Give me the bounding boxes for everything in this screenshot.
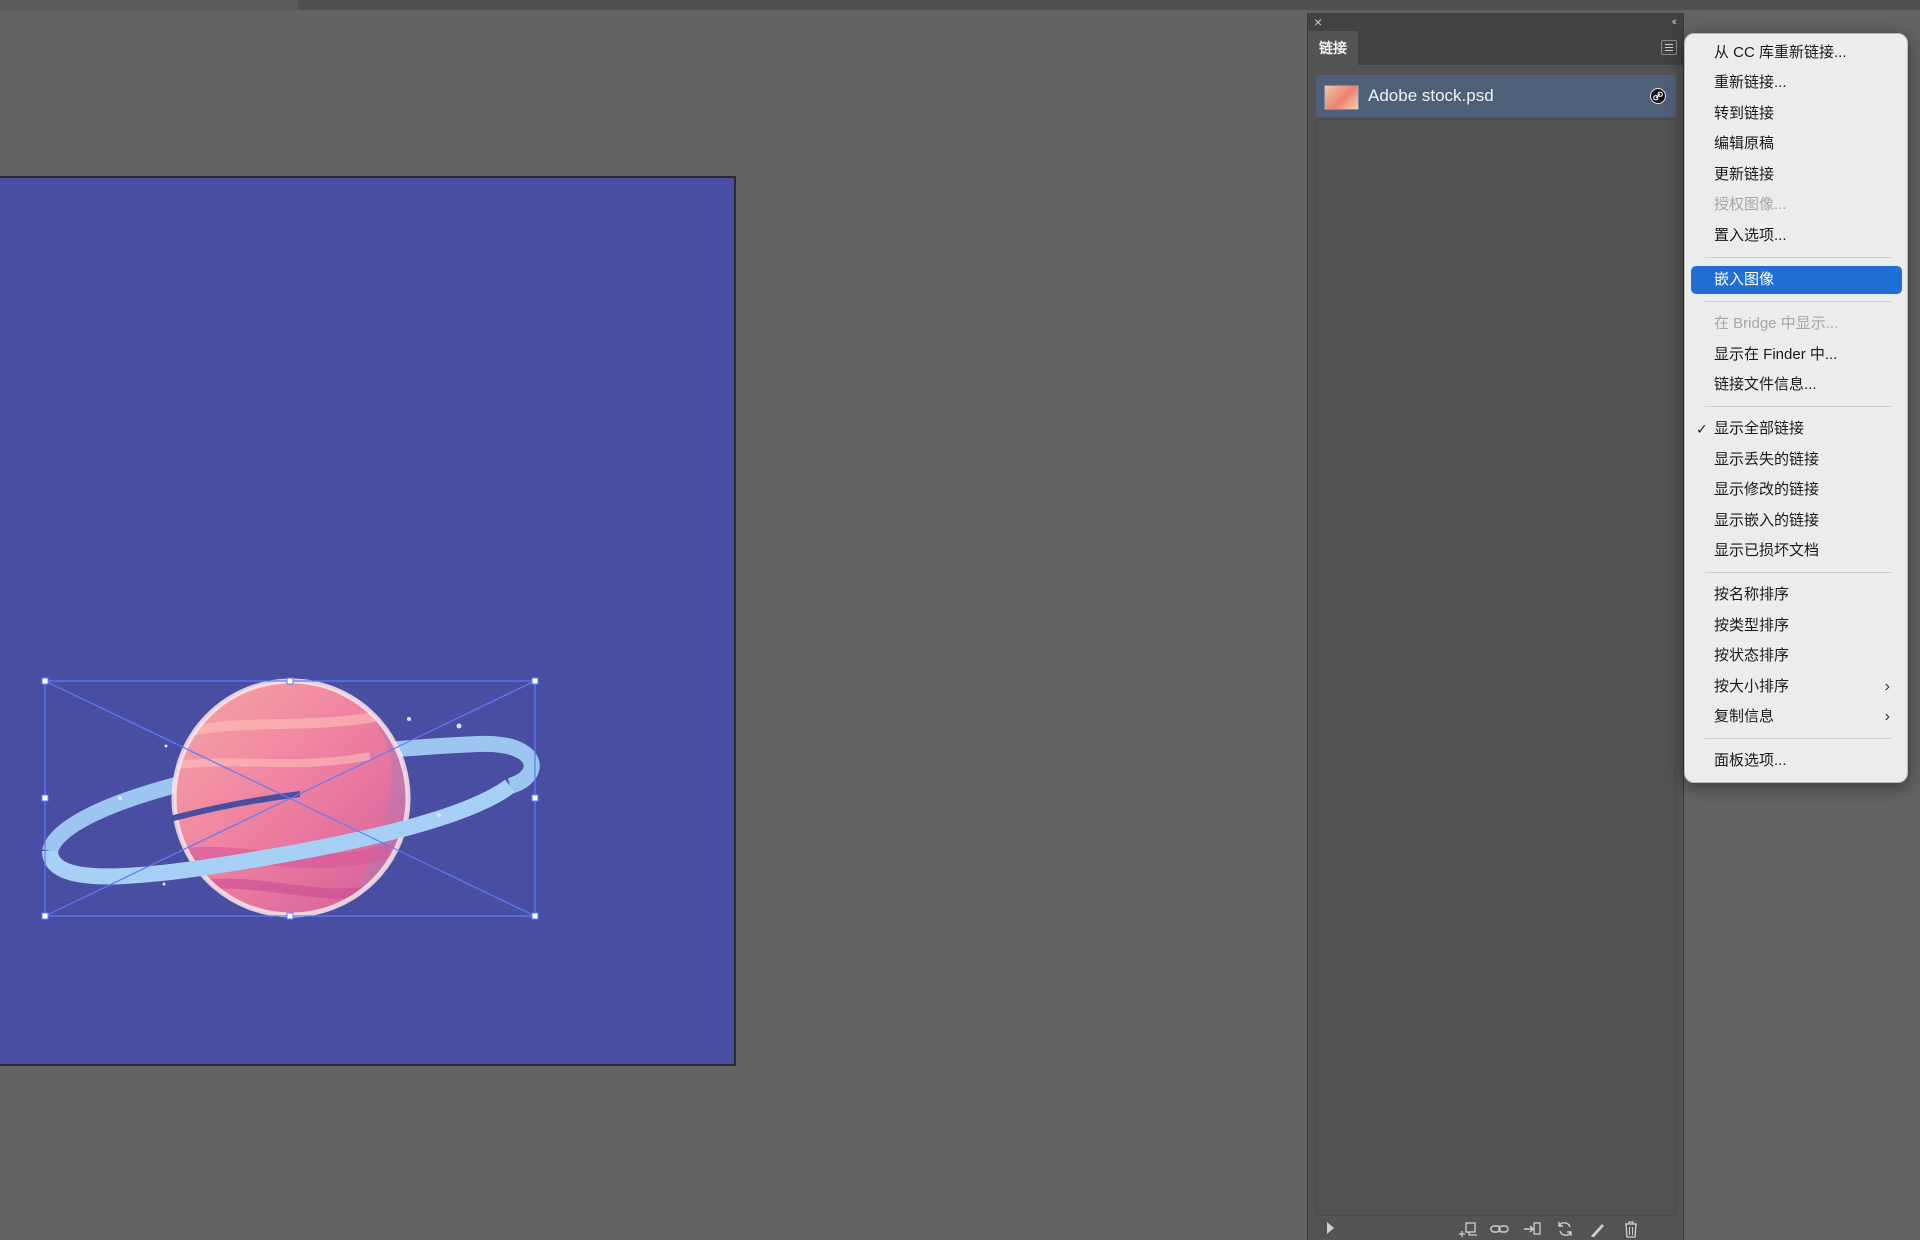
links-panel: × ‹‹ 链接 Adobe stock.psd [1307, 13, 1684, 1240]
menu-separator [1705, 301, 1891, 302]
menu-item-sort-by-name[interactable]: 按名称排序 [1691, 581, 1902, 609]
top-bar [0, 0, 1920, 10]
go-to-link-icon[interactable] [1522, 1220, 1542, 1238]
menu-item-edit-original[interactable]: 编辑原稿 [1691, 130, 1902, 158]
menu-item-relink[interactable]: 重新链接... [1691, 69, 1902, 97]
planet-artwork[interactable] [40, 676, 540, 921]
menu-item-go-to-link[interactable]: 转到链接 [1691, 100, 1902, 128]
delete-icon[interactable] [1621, 1220, 1641, 1238]
chevron-right-icon: › [1884, 708, 1890, 725]
edit-original-icon[interactable] [1588, 1220, 1608, 1238]
menu-item-update-link[interactable]: 更新链接 [1691, 161, 1902, 189]
linked-icon [1650, 88, 1666, 104]
link-item[interactable]: Adobe stock.psd [1316, 75, 1676, 117]
menu-item-sort-by-kind[interactable]: 按类型排序 [1691, 612, 1902, 640]
menu-item-panel-options[interactable]: 面板选项... [1691, 747, 1902, 775]
show-info-icon[interactable] [1327, 1222, 1334, 1234]
menu-item-show-embedded-links[interactable]: 显示嵌入的链接 [1691, 507, 1902, 535]
menu-item-show-damaged-documents[interactable]: 显示已损坏文档 [1691, 537, 1902, 565]
menu-item-placement-options[interactable]: 置入选项... [1691, 222, 1902, 250]
menu-item-sort-by-status[interactable]: 按状态排序 [1691, 642, 1902, 670]
relink-icon[interactable] [1490, 1220, 1510, 1238]
menu-item-reveal-in-bridge: 在 Bridge 中显示... [1714, 315, 1839, 332]
link-thumbnail [1324, 85, 1359, 110]
close-panel-icon[interactable]: × [1314, 13, 1322, 31]
chevron-right-icon: › [1884, 678, 1890, 695]
menu-separator [1705, 572, 1891, 573]
update-link-icon[interactable] [1555, 1220, 1575, 1238]
collapse-panel-icon[interactable]: ‹‹ [1672, 13, 1678, 31]
menu-item-copy-info[interactable]: 复制信息 › [1691, 703, 1902, 731]
menu-item-relink-from-cc[interactable]: 从 CC 库重新链接... [1691, 39, 1902, 67]
panel-tab-bar: 链接 [1308, 31, 1683, 65]
artboard[interactable] [0, 176, 736, 1066]
menu-item-show-modified-links[interactable]: 显示修改的链接 [1691, 476, 1902, 504]
links-panel-menu: 从 CC 库重新链接... 重新链接... 转到链接 编辑原稿 更新链接 授权图… [1684, 33, 1908, 783]
menu-item-sort-by-size[interactable]: 按大小排序 › [1691, 673, 1902, 701]
menu-separator [1705, 406, 1891, 407]
menu-separator [1705, 257, 1891, 258]
document-tab[interactable] [0, 0, 298, 10]
menu-item-show-all-links[interactable]: ✓ 显示全部链接 [1691, 415, 1902, 443]
menu-item-embed-image[interactable]: 嵌入图像 [1691, 266, 1902, 294]
menu-separator [1705, 738, 1891, 739]
link-name: Adobe stock.psd [1368, 86, 1494, 105]
menu-item-link-file-info[interactable]: 链接文件信息... [1691, 371, 1902, 399]
relink-cc-icon[interactable] [1457, 1220, 1477, 1238]
check-icon: ✓ [1696, 421, 1708, 437]
menu-item-license-image: 授权图像... [1714, 196, 1787, 213]
menu-item-reveal-in-finder[interactable]: 显示在 Finder 中... [1691, 341, 1902, 369]
menu-item-show-missing-links[interactable]: 显示丢失的链接 [1691, 446, 1902, 474]
planet-illustration [41, 677, 540, 920]
panel-header: × ‹‹ [1308, 13, 1683, 31]
panel-menu-icon[interactable] [1661, 40, 1677, 55]
panel-footer [1308, 1220, 1683, 1240]
links-list [1316, 119, 1676, 1216]
tab-links[interactable]: 链接 [1308, 31, 1358, 65]
